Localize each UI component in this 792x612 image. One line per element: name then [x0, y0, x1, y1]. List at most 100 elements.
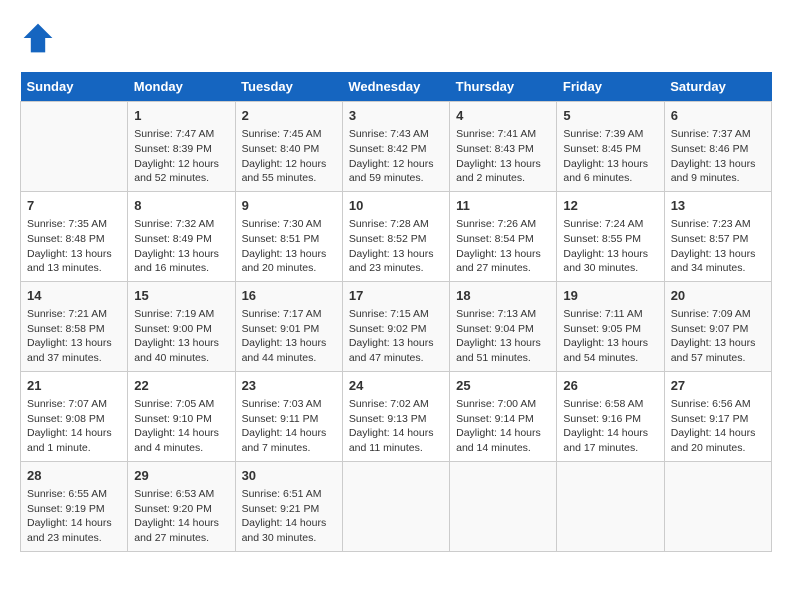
calendar-cell: 16 Sunrise: 7:17 AMSunset: 9:01 PMDayligh… — [235, 281, 342, 371]
logo — [20, 20, 60, 56]
calendar-cell: 14Sunrise: 7:21 AMSunset: 8:58 PMDayligh… — [21, 281, 128, 371]
cell-content: Sunrise: 7:03 AMSunset: 9:11 PMDaylight:… — [242, 397, 336, 456]
day-number: 16 — [242, 287, 336, 305]
day-header-sunday: Sunday — [21, 72, 128, 102]
day-number: 27 — [671, 377, 765, 395]
logo-icon — [20, 20, 56, 56]
cell-content: Sunrise: 7:30 AMSunset: 8:51 PMDaylight:… — [242, 217, 336, 276]
calendar-cell: 5 Sunrise: 7:39 AMSunset: 8:45 PMDaylight… — [557, 102, 664, 192]
cell-content: Sunrise: 6:58 AMSunset: 9:16 PMDaylight:… — [563, 397, 657, 456]
cell-content: Sunrise: 7:47 AMSunset: 8:39 PMDaylight:… — [134, 127, 228, 186]
cell-content: Sunrise: 7:41 AMSunset: 8:43 PMDaylight:… — [456, 127, 550, 186]
calendar-cell: 17 Sunrise: 7:15 AMSunset: 9:02 PMDayligh… — [342, 281, 449, 371]
cell-content: Sunrise: 6:51 AMSunset: 9:21 PMDaylight:… — [242, 487, 336, 546]
calendar-cell: 25 Sunrise: 7:00 AMSunset: 9:14 PMDayligh… — [450, 371, 557, 461]
day-number: 23 — [242, 377, 336, 395]
day-number: 28 — [27, 467, 121, 485]
calendar-cell: 12 Sunrise: 7:24 AMSunset: 8:55 PMDayligh… — [557, 191, 664, 281]
day-header-wednesday: Wednesday — [342, 72, 449, 102]
calendar-cell: 13 Sunrise: 7:23 AMSunset: 8:57 PMDayligh… — [664, 191, 771, 281]
week-row-5: 28Sunrise: 6:55 AMSunset: 9:19 PMDayligh… — [21, 461, 772, 551]
day-header-saturday: Saturday — [664, 72, 771, 102]
header-row: SundayMondayTuesdayWednesdayThursdayFrid… — [21, 72, 772, 102]
cell-content: Sunrise: 7:11 AMSunset: 9:05 PMDaylight:… — [563, 307, 657, 366]
day-number: 17 — [349, 287, 443, 305]
calendar-cell — [557, 461, 664, 551]
day-number: 9 — [242, 197, 336, 215]
day-number: 24 — [349, 377, 443, 395]
calendar-cell: 24 Sunrise: 7:02 AMSunset: 9:13 PMDayligh… — [342, 371, 449, 461]
calendar-cell: 21 Sunrise: 7:07 AMSunset: 9:08 PMDayligh… — [21, 371, 128, 461]
cell-content: Sunrise: 7:19 AMSunset: 9:00 PMDaylight:… — [134, 307, 228, 366]
calendar-cell: 1 Sunrise: 7:47 AMSunset: 8:39 PMDaylight… — [128, 102, 235, 192]
week-row-1: 1 Sunrise: 7:47 AMSunset: 8:39 PMDaylight… — [21, 102, 772, 192]
day-number: 29 — [134, 467, 228, 485]
cell-content: Sunrise: 7:24 AMSunset: 8:55 PMDaylight:… — [563, 217, 657, 276]
cell-content: Sunrise: 7:00 AMSunset: 9:14 PMDaylight:… — [456, 397, 550, 456]
day-header-monday: Monday — [128, 72, 235, 102]
calendar-cell: 30 Sunrise: 6:51 AMSunset: 9:21 PMDayligh… — [235, 461, 342, 551]
day-number: 30 — [242, 467, 336, 485]
cell-content: Sunrise: 7:23 AMSunset: 8:57 PMDaylight:… — [671, 217, 765, 276]
cell-content: Sunrise: 7:02 AMSunset: 9:13 PMDaylight:… — [349, 397, 443, 456]
calendar-cell — [342, 461, 449, 551]
calendar-cell: 26 Sunrise: 6:58 AMSunset: 9:16 PMDayligh… — [557, 371, 664, 461]
day-number: 21 — [27, 377, 121, 395]
day-number: 20 — [671, 287, 765, 305]
cell-content: Sunrise: 7:15 AMSunset: 9:02 PMDaylight:… — [349, 307, 443, 366]
calendar-cell: 28Sunrise: 6:55 AMSunset: 9:19 PMDayligh… — [21, 461, 128, 551]
cell-content: Sunrise: 7:35 AMSunset: 8:48 PMDaylight:… — [27, 217, 121, 276]
cell-content: Sunrise: 6:53 AMSunset: 9:20 PMDaylight:… — [134, 487, 228, 546]
cell-content: Sunrise: 7:28 AMSunset: 8:52 PMDaylight:… — [349, 217, 443, 276]
day-number: 3 — [349, 107, 443, 125]
cell-content: Sunrise: 7:17 AMSunset: 9:01 PMDaylight:… — [242, 307, 336, 366]
day-header-thursday: Thursday — [450, 72, 557, 102]
day-number: 8 — [134, 197, 228, 215]
calendar-cell: 2 Sunrise: 7:45 AMSunset: 8:40 PMDaylight… — [235, 102, 342, 192]
day-number: 12 — [563, 197, 657, 215]
calendar-cell: 20 Sunrise: 7:09 AMSunset: 9:07 PMDayligh… — [664, 281, 771, 371]
day-number: 2 — [242, 107, 336, 125]
day-number: 18 — [456, 287, 550, 305]
cell-content: Sunrise: 7:13 AMSunset: 9:04 PMDaylight:… — [456, 307, 550, 366]
cell-content: Sunrise: 7:09 AMSunset: 9:07 PMDaylight:… — [671, 307, 765, 366]
calendar-cell: 29 Sunrise: 6:53 AMSunset: 9:20 PMDayligh… — [128, 461, 235, 551]
day-number: 13 — [671, 197, 765, 215]
day-number: 22 — [134, 377, 228, 395]
week-row-3: 14Sunrise: 7:21 AMSunset: 8:58 PMDayligh… — [21, 281, 772, 371]
calendar-cell: 4Sunrise: 7:41 AMSunset: 8:43 PMDaylight… — [450, 102, 557, 192]
calendar-cell: 18 Sunrise: 7:13 AMSunset: 9:04 PMDayligh… — [450, 281, 557, 371]
day-number: 7 — [27, 197, 121, 215]
page-header — [20, 20, 772, 56]
calendar-table: SundayMondayTuesdayWednesdayThursdayFrid… — [20, 72, 772, 552]
calendar-cell: 11 Sunrise: 7:26 AMSunset: 8:54 PMDayligh… — [450, 191, 557, 281]
cell-content: Sunrise: 7:32 AMSunset: 8:49 PMDaylight:… — [134, 217, 228, 276]
cell-content: Sunrise: 7:37 AMSunset: 8:46 PMDaylight:… — [671, 127, 765, 186]
calendar-cell: 3Sunrise: 7:43 AMSunset: 8:42 PMDaylight… — [342, 102, 449, 192]
day-header-friday: Friday — [557, 72, 664, 102]
calendar-cell: 10 Sunrise: 7:28 AMSunset: 8:52 PMDayligh… — [342, 191, 449, 281]
day-number: 14 — [27, 287, 121, 305]
cell-content: Sunrise: 7:05 AMSunset: 9:10 PMDaylight:… — [134, 397, 228, 456]
calendar-cell: 27Sunrise: 6:56 AMSunset: 9:17 PMDayligh… — [664, 371, 771, 461]
calendar-cell: 15Sunrise: 7:19 AMSunset: 9:00 PMDayligh… — [128, 281, 235, 371]
calendar-cell: 6 Sunrise: 7:37 AMSunset: 8:46 PMDaylight… — [664, 102, 771, 192]
calendar-cell — [450, 461, 557, 551]
day-number: 5 — [563, 107, 657, 125]
day-number: 25 — [456, 377, 550, 395]
calendar-cell — [21, 102, 128, 192]
day-number: 26 — [563, 377, 657, 395]
cell-content: Sunrise: 7:07 AMSunset: 9:08 PMDaylight:… — [27, 397, 121, 456]
week-row-2: 7 Sunrise: 7:35 AMSunset: 8:48 PMDaylight… — [21, 191, 772, 281]
calendar-cell: 9 Sunrise: 7:30 AMSunset: 8:51 PMDaylight… — [235, 191, 342, 281]
day-number: 6 — [671, 107, 765, 125]
calendar-cell: 8 Sunrise: 7:32 AMSunset: 8:49 PMDaylight… — [128, 191, 235, 281]
day-number: 1 — [134, 107, 228, 125]
cell-content: Sunrise: 7:45 AMSunset: 8:40 PMDaylight:… — [242, 127, 336, 186]
day-number: 10 — [349, 197, 443, 215]
day-number: 19 — [563, 287, 657, 305]
calendar-cell: 7 Sunrise: 7:35 AMSunset: 8:48 PMDaylight… — [21, 191, 128, 281]
cell-content: Sunrise: 7:26 AMSunset: 8:54 PMDaylight:… — [456, 217, 550, 276]
day-number: 11 — [456, 197, 550, 215]
cell-content: Sunrise: 7:39 AMSunset: 8:45 PMDaylight:… — [563, 127, 657, 186]
